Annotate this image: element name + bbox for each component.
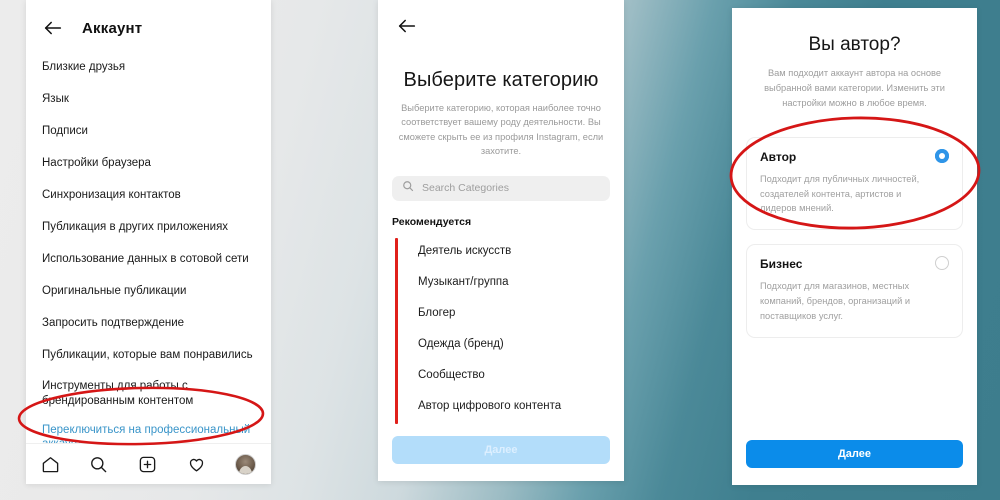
add-post-icon[interactable] [138,455,157,474]
page-title: Аккаунт [82,19,143,37]
list-item[interactable]: Синхронизация контактов [26,179,271,211]
heart-icon[interactable] [187,455,206,474]
list-item[interactable]: Публикации, которые вам понравились [26,339,271,371]
page-subtitle: Вам подходит аккаунт автора на основе вы… [764,68,945,108]
list-item[interactable]: Блогер [378,298,624,329]
settings-list: Близкие друзья Язык Подписи Настройки бр… [26,51,271,461]
option-title: Бизнес [760,257,803,272]
list-item[interactable]: Язык [26,83,271,115]
home-icon[interactable] [41,455,60,474]
category-list: Деятель искусств Музыкант/группа Блогер … [378,236,624,424]
are-you-creator-panel: Вы автор? Вам подходит аккаунт автора на… [732,8,977,485]
list-item[interactable]: Оригинальные публикации [26,275,271,307]
page-subtitle: Выберите категорию, которая наиболее точ… [398,103,604,157]
choose-category-panel: Выберите категорию Выберите категорию, к… [378,0,624,481]
list-item[interactable]: Использование данных в сотовой сети [26,243,271,275]
account-settings-panel: Аккаунт Близкие друзья Язык Подписи Наст… [26,0,271,484]
list-item[interactable]: Автор цифрового контента [378,391,624,422]
list-item[interactable]: Подписи [26,115,271,147]
page-title: Выберите категорию [403,69,599,91]
next-button-disabled[interactable]: Далее [392,436,610,464]
list-item[interactable]: Деятель искусств [378,236,624,267]
panel2-header [378,0,624,37]
option-card-creator[interactable]: Автор Подходит для публичных личностей, … [746,136,963,231]
list-item[interactable]: Одежда (бренд) [378,329,624,360]
list-item[interactable]: Музыкант/группа [378,267,624,298]
recommended-label: Рекомендуется [392,215,472,228]
list-item[interactable]: Близкие друзья [26,51,271,83]
option-description: Подходит для магазинов, местных компаний… [760,281,911,321]
red-annotation-bar [395,237,398,424]
screenshot-stage: Аккаунт Близкие друзья Язык Подписи Наст… [0,0,1000,500]
list-item[interactable]: Инструменты для работы с брендированным … [26,371,271,417]
list-item[interactable]: Запросить подтверждение [26,307,271,339]
arrow-left-icon[interactable] [396,15,624,37]
search-icon [402,179,414,197]
page-title: Вы автор? [808,34,901,55]
profile-avatar[interactable] [235,453,257,475]
arrow-left-icon[interactable] [42,17,64,39]
option-description: Подходит для публичных личностей, создат… [760,173,920,214]
bottom-tabbar [26,443,271,484]
list-item[interactable]: Публикация в других приложениях [26,211,271,243]
option-title: Автор [760,149,797,164]
panel1-header: Аккаунт [26,0,271,51]
search-placeholder: Search Categories [422,182,509,195]
search-icon[interactable] [89,455,108,474]
search-categories-input[interactable]: Search Categories [392,175,610,201]
next-button[interactable]: Далее [746,440,963,468]
option-card-business[interactable]: Бизнес Подходит для магазинов, местных к… [746,244,963,338]
list-item[interactable]: Сообщество [378,360,624,391]
list-item[interactable]: Настройки браузера [26,147,271,179]
radio-selected-icon[interactable] [935,148,949,163]
